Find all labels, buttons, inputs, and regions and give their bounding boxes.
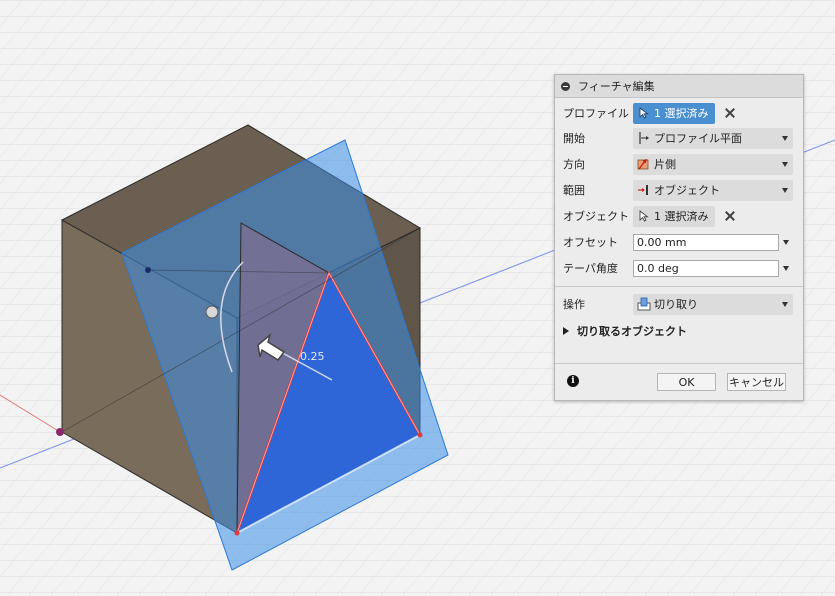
vertex-point: [145, 267, 151, 273]
operation-label: 操作: [563, 298, 585, 311]
profile-label: プロファイル: [563, 107, 629, 120]
profile-row: プロファイル 1 選択済み: [555, 101, 803, 125]
taper-row: テーパ角度 0.0 deg: [555, 256, 803, 280]
collapse-icon[interactable]: [561, 81, 570, 91]
start-row: 開始 プロファイル平面: [555, 126, 803, 150]
direction-dropdown[interactable]: 片側: [633, 153, 793, 175]
info-icon[interactable]: i: [567, 375, 579, 387]
chevron-down-icon: [782, 187, 788, 193]
extent-label: 範囲: [563, 184, 585, 197]
chevron-down-icon: [782, 301, 788, 307]
object-label: オブジェクト: [563, 210, 629, 223]
start-label: 開始: [563, 132, 585, 145]
expand-arrow-icon: [563, 327, 569, 335]
extent-dropdown[interactable]: オブジェクト: [633, 179, 793, 201]
chevron-down-icon: [782, 161, 788, 167]
chevron-down-icon: [782, 135, 788, 141]
taper-label: テーパ角度: [563, 262, 618, 275]
offset-input[interactable]: 0.00 mm: [633, 233, 779, 251]
ok-button[interactable]: OK: [657, 373, 716, 391]
dialog-title-bar[interactable]: フィーチャ編集: [555, 75, 803, 98]
operation-dropdown[interactable]: 切り取り: [633, 293, 793, 315]
vertex-point: [417, 432, 423, 438]
start-dropdown[interactable]: プロファイル平面: [633, 127, 793, 149]
start-value: プロファイル平面: [654, 132, 742, 145]
to-object-icon: [638, 185, 648, 195]
offset-label: オフセット: [563, 236, 618, 249]
chevron-down-icon[interactable]: [783, 239, 789, 245]
one-side-icon: [637, 158, 649, 170]
divider: [555, 286, 803, 287]
cancel-button[interactable]: キャンセル: [727, 373, 786, 391]
cursor-arrow-icon: [639, 210, 649, 222]
taper-angle-input[interactable]: 0.0 deg: [633, 259, 779, 277]
edit-feature-dialog: フィーチャ編集 プロファイル 1 選択済み 開始 プロファイル平面 方向 片側 …: [554, 74, 804, 401]
dimension-label: 0.25: [300, 350, 325, 363]
clear-profile-icon[interactable]: [723, 106, 737, 120]
origin-point: [56, 428, 64, 436]
vertex-point: [234, 530, 240, 536]
chevron-down-icon[interactable]: [783, 265, 789, 271]
profile-plane-icon: [639, 132, 649, 144]
objects-to-cut-section[interactable]: 切り取るオブジェクト: [563, 323, 687, 339]
object-select-button[interactable]: 1 選択済み: [633, 205, 715, 227]
cursor-arrow-icon: [639, 107, 649, 119]
direction-row: 方向 片側: [555, 152, 803, 176]
profile-select-value: 1 選択済み: [654, 107, 709, 120]
offset-row: オフセット 0.00 mm: [555, 230, 803, 254]
object-row: オブジェクト 1 選択済み: [555, 204, 803, 228]
operation-value: 切り取り: [654, 298, 698, 311]
clear-object-icon[interactable]: [723, 209, 737, 223]
rotation-handle[interactable]: [205, 305, 219, 319]
direction-value: 片側: [654, 158, 676, 171]
dialog-title: フィーチャ編集: [578, 80, 655, 93]
extent-row: 範囲 オブジェクト: [555, 178, 803, 202]
objects-to-cut-label: 切り取るオブジェクト: [577, 325, 687, 338]
divider: [555, 363, 803, 364]
profile-select-button[interactable]: 1 選択済み: [633, 102, 715, 124]
extent-value: オブジェクト: [654, 184, 720, 197]
object-select-value: 1 選択済み: [654, 210, 709, 223]
operation-row: 操作 切り取り: [555, 292, 803, 316]
direction-label: 方向: [563, 158, 585, 171]
cut-icon: [637, 297, 651, 311]
